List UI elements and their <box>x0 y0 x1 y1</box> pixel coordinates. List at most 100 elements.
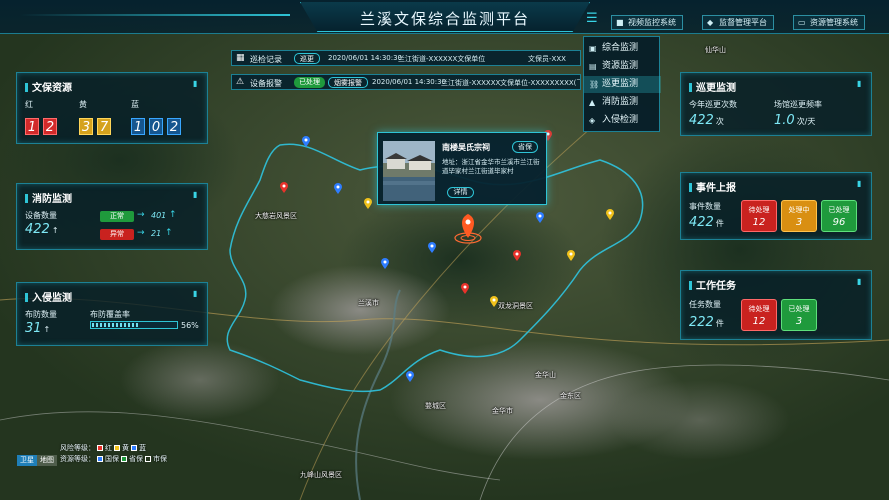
blue-digit: 1 <box>131 118 145 135</box>
record-time: 2020/06/01 14:30:30 <box>328 54 403 62</box>
site-photo <box>383 141 435 201</box>
resources-panel: 文保资源 ▮ 红 黄 蓝 1 2 3 7 1 0 2 <box>16 72 208 144</box>
panel-title: 巡更监测 <box>689 79 736 94</box>
menu-item-patrol[interactable]: ⛓ 巡更监测 <box>584 76 661 93</box>
red-digit: 2 <box>43 118 57 135</box>
patrol-record-bar[interactable]: ▦ 巡检记录 巡更 2020/06/01 14:30:30 兰江街道-XXXXX… <box>231 50 581 66</box>
normal-value: 401 <box>151 211 167 220</box>
map-pin-yellow[interactable] <box>490 296 498 307</box>
shield-icon: ◆ <box>707 18 714 27</box>
map-pin-blue[interactable] <box>428 242 436 253</box>
national-square-icon <box>97 456 103 462</box>
bars-icon: ▮ <box>857 179 862 188</box>
menu-item-label: 入侵检测 <box>602 115 639 125</box>
resource-city: 市保 <box>153 455 167 463</box>
menu-item-label: 资源监测 <box>602 61 639 71</box>
provincial-square-icon <box>121 456 127 462</box>
record-time: 2020/06/01 14:30:30 <box>372 78 447 86</box>
done-value: 3 <box>795 316 803 327</box>
map-label: 大慈岩风景区 <box>255 212 297 220</box>
pending-label: 待处理 <box>748 206 770 214</box>
panel-title: 入侵监测 <box>25 289 72 304</box>
resource-legend-label: 资源等级： <box>60 455 95 463</box>
map-pin-yellow[interactable] <box>364 198 372 209</box>
defense-count-label: 布防数量 <box>25 310 57 319</box>
device-count-value: 422 ↑ <box>25 222 59 237</box>
event-count-value: 422 件 <box>689 215 724 230</box>
map-pin-blue[interactable] <box>536 212 544 223</box>
count-number: 422 <box>25 222 50 237</box>
menu-item-comprehensive[interactable]: ▣ 综合监测 <box>584 40 661 57</box>
blue-digit: 0 <box>149 118 163 135</box>
record-tag: 巡更 <box>294 53 320 64</box>
map-label: 兰溪市 <box>358 299 379 307</box>
map-pin-blue[interactable] <box>381 258 389 269</box>
count-number: 31 <box>25 321 42 336</box>
task-pending-box[interactable]: 待处理 12 <box>741 299 777 331</box>
map-pin-blue[interactable] <box>334 183 342 194</box>
map-pin-blue[interactable] <box>406 371 414 382</box>
map-type-toggle[interactable]: 卫星 地图 <box>17 455 57 466</box>
red-label: 红 <box>25 100 33 109</box>
popup-address: 地址：浙江省金华市兰溪市兰江街道毕家村兰江街道毕家村 <box>442 158 540 175</box>
map-pin-yellow[interactable] <box>567 250 575 261</box>
map-pin-yellow[interactable] <box>606 209 614 220</box>
tasks-panel: 工作任务 ▮ 任务数量 222 件 待处理 12 已处理 3 <box>680 270 872 340</box>
task-done-box[interactable]: 已处理 3 <box>781 299 817 331</box>
resource-legend-row: 资源等级： 国保 省保 市保 <box>60 454 178 465</box>
nav-video-button[interactable]: ■ 视频监控系统 <box>611 15 683 30</box>
map-label: 婺城区 <box>425 402 446 410</box>
menu-item-label: 消防监测 <box>602 97 639 107</box>
warning-icon: ⚠ <box>236 77 245 87</box>
map-label: 九峰山风景区 <box>300 471 342 479</box>
freq-unit: 次/天 <box>796 117 816 126</box>
map-pin-red[interactable] <box>513 250 521 261</box>
arrow-right-icon: → <box>137 210 145 220</box>
processing-box[interactable]: 处理中 3 <box>781 200 817 232</box>
popup-title: 南楼吴氏宗祠 <box>442 143 490 152</box>
detail-button[interactable]: 详情 <box>447 187 474 198</box>
map-option[interactable]: 地图 <box>37 455 57 466</box>
coverage-label: 布防覆盖率 <box>90 310 130 319</box>
nav-resource-button[interactable]: ▭ 资源管理系统 <box>793 15 865 30</box>
map-pin-red[interactable] <box>461 283 469 294</box>
pending-value: 12 <box>752 316 766 327</box>
site-info-popup: 南楼吴氏宗祠 省保 地址：浙江省金华市兰溪市兰江街道毕家村兰江街道毕家村 详情 <box>377 132 547 205</box>
map-pin-red[interactable] <box>280 182 288 193</box>
done-box[interactable]: 已处理 96 <box>821 200 857 232</box>
up-arrow-icon: ↑ <box>43 325 51 334</box>
map-label: 金东区 <box>560 392 581 400</box>
fire-panel: 消防监测 ▮ 设备数量 422 ↑ 正常 → 401 ↑ 异常 → 21 ↑ <box>16 183 208 250</box>
map-label: 金华山 <box>535 371 556 379</box>
bars-icon: ▮ <box>193 289 198 298</box>
top-bar: 兰溪文保综合监测平台 ☰ ■ 视频监控系统 ◆ 监督管理平台 ▭ 资源管理系统 <box>0 0 889 34</box>
event-unit: 件 <box>715 219 724 228</box>
coverage-progress-fill <box>92 323 140 327</box>
calendar-icon: ▦ <box>236 53 245 63</box>
pending-label: 待处理 <box>748 305 770 313</box>
bars-icon: ▮ <box>857 79 862 88</box>
up-arrow-icon: ↑ <box>165 228 173 238</box>
map-pin-blue[interactable] <box>302 136 310 147</box>
nav-supervision-button[interactable]: ◆ 监督管理平台 <box>702 15 774 30</box>
page-title: 兰溪文保综合监测平台 <box>359 10 530 28</box>
city-square-icon <box>145 456 151 462</box>
alarm-record-bar[interactable]: ⚠ 设备报警 已处理 烟雾报警 2020/06/01 14:30:30 兰江街道… <box>231 74 581 90</box>
bars-icon: ▮ <box>193 79 198 88</box>
resource-national: 国保 <box>105 455 119 463</box>
arrow-right-icon: → <box>137 228 145 238</box>
pending-box[interactable]: 待处理 12 <box>741 200 777 232</box>
blue-square-icon <box>131 445 137 451</box>
menu-icon[interactable]: ☰ <box>586 12 600 25</box>
menu-item-intrusion[interactable]: ◈ 入侵检测 <box>584 112 661 129</box>
risk-legend-label: 风险等级： <box>60 444 95 452</box>
risk-red: 红 <box>105 444 112 452</box>
risk-legend-row: 风险等级： 红 黄 蓝 <box>60 443 178 454</box>
abnormal-value: 21 <box>151 229 162 238</box>
menu-item-fire[interactable]: ▲ 消防监测 <box>584 94 661 111</box>
freq-number: 1.0 <box>774 113 795 128</box>
menu-item-resource[interactable]: ▤ 资源监测 <box>584 58 661 75</box>
satellite-option[interactable]: 卫星 <box>17 455 37 466</box>
task-unit: 件 <box>715 319 724 328</box>
monitor-dropdown-menu: ▣ 综合监测 ▤ 资源监测 ⛓ 巡更监测 ▲ 消防监测 ◈ 入侵检测 <box>583 36 661 132</box>
